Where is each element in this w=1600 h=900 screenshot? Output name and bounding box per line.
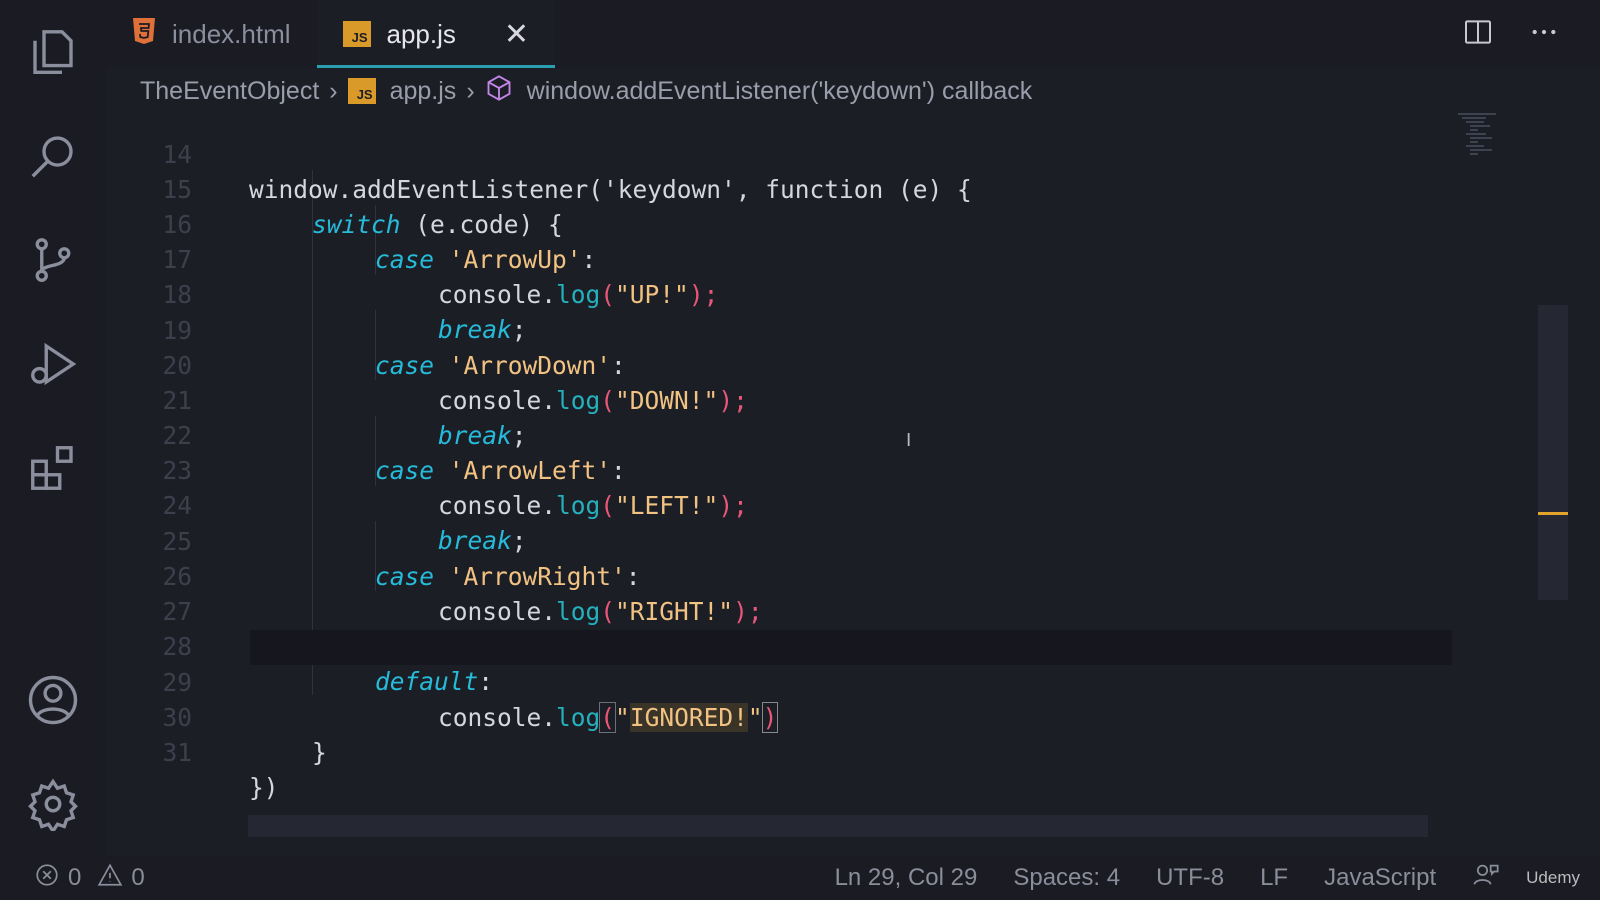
editor-actions	[1462, 0, 1600, 68]
code-line: 27 break;	[106, 559, 1452, 661]
chevron-right-icon: ›	[329, 76, 338, 105]
breadcrumb-file[interactable]: app.js	[390, 77, 457, 106]
line-code: })	[249, 773, 279, 802]
problems-indicator[interactable]: 0 0	[0, 862, 145, 895]
tab-bar: index.html JS app.js ✕	[106, 0, 1600, 68]
code-line: 20 console.log("DOWN!");	[106, 313, 1452, 415]
more-actions-icon[interactable]	[1528, 16, 1560, 53]
indentation[interactable]: Spaces: 4	[1013, 864, 1120, 892]
feedback-icon[interactable]	[1472, 861, 1500, 896]
settings-gear-icon[interactable]	[0, 752, 106, 856]
tab-label: index.html	[172, 18, 291, 49]
minimap[interactable]	[1456, 110, 1538, 170]
status-bar: 0 0 Ln 29, Col 29 Spaces: 4 UTF-8 LF Jav…	[0, 856, 1600, 900]
udemy-watermark: Udemy	[1526, 868, 1580, 887]
vertical-scrollbar[interactable]	[1538, 305, 1568, 600]
js-icon: JS	[347, 78, 376, 104]
code-line: 28 default:	[106, 594, 1452, 696]
activity-bar	[0, 0, 106, 856]
search-icon[interactable]	[0, 104, 106, 208]
code-line: 16 case 'ArrowUp':	[106, 172, 1452, 274]
chevron-right-icon: ›	[466, 76, 475, 105]
line-code: }	[312, 738, 327, 767]
breadcrumb: TheEventObject › JS app.js › window.addE…	[140, 72, 1032, 110]
breadcrumb-symbol[interactable]: window.addEventListener('keydown') callb…	[527, 77, 1033, 106]
code-line: 25 case 'ArrowRight':	[106, 489, 1452, 591]
code-line: 14 window.addEventListener('keydown', fu…	[106, 110, 1452, 204]
code-line: 23 console.log("LEFT!");	[106, 418, 1452, 520]
line-number: 31	[162, 738, 192, 767]
breadcrumb-folder[interactable]: TheEventObject	[140, 77, 319, 106]
tab-label: app.js	[386, 18, 456, 49]
text-cursor-icon: I	[906, 430, 912, 451]
code-line: 18 break;	[106, 242, 1452, 344]
code-editor[interactable]: 14 window.addEventListener('keydown', fu…	[106, 110, 1600, 815]
warning-icon	[97, 862, 123, 895]
code-line: 26 console.log("RIGHT!");	[106, 524, 1452, 626]
tab-app-js[interactable]: JS app.js ✕	[316, 0, 556, 68]
tab-index-html[interactable]: index.html	[106, 0, 317, 68]
code-line: 22 case 'ArrowLeft':	[106, 383, 1452, 485]
code-line: 15 switch (e.code) {	[106, 137, 1452, 239]
html5-icon	[132, 17, 156, 52]
line-ending[interactable]: LF	[1260, 864, 1288, 892]
scrollbar-marker	[1538, 512, 1568, 515]
source-control-icon[interactable]	[0, 208, 106, 312]
horizontal-scrollbar[interactable]	[248, 815, 1428, 837]
explorer-icon[interactable]	[0, 0, 106, 104]
status-right: Ln 29, Col 29 Spaces: 4 UTF-8 LF JavaScr…	[835, 861, 1600, 896]
js-icon: JS	[342, 21, 371, 47]
cursor-position[interactable]: Ln 29, Col 29	[835, 864, 978, 892]
account-icon[interactable]	[0, 648, 106, 752]
error-count: 0	[68, 864, 82, 891]
run-debug-icon[interactable]	[0, 312, 106, 416]
code-line-current: 29 console.log("IGNORED!")	[162, 630, 1452, 733]
encoding[interactable]: UTF-8	[1156, 864, 1224, 892]
code-line: 17 console.log("UP!");	[106, 207, 1452, 309]
error-icon	[34, 862, 60, 895]
line-number: 28	[162, 632, 192, 661]
code-line: 21 break;	[106, 348, 1452, 450]
code-line: 19 case 'ArrowDown':	[106, 278, 1452, 380]
warning-count: 0	[131, 864, 145, 891]
language-mode[interactable]: JavaScript	[1324, 864, 1436, 892]
code-line: 31 })	[106, 700, 1452, 802]
symbol-cube-icon	[485, 74, 513, 109]
extensions-icon[interactable]	[0, 416, 106, 520]
close-icon[interactable]: ✕	[504, 17, 529, 52]
code-line: 30 }	[106, 665, 1452, 767]
split-editor-icon[interactable]	[1462, 16, 1494, 53]
code-line: 24 break;	[106, 453, 1452, 555]
